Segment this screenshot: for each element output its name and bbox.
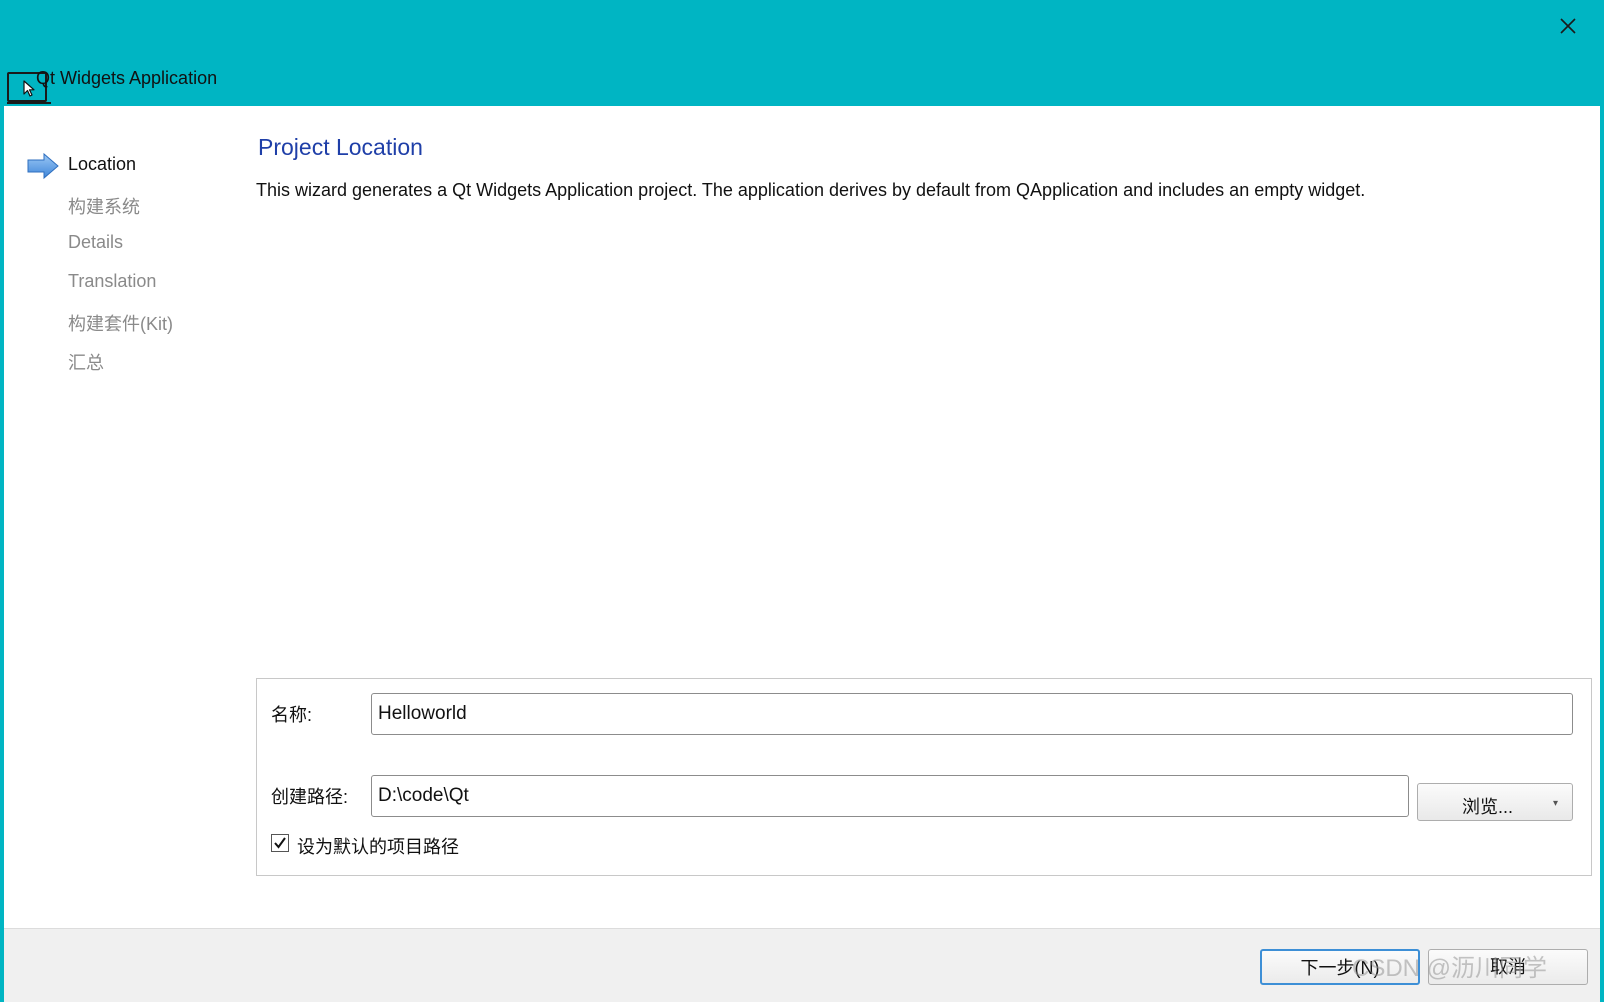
project-location-form: 名称: Helloworld 创建路径: D:\code\Qt 浏览... ▾ … <box>256 678 1592 876</box>
path-label: 创建路径: <box>271 787 349 807</box>
name-label: 名称: <box>271 705 313 725</box>
step-translation: Translation <box>68 271 157 291</box>
browse-button[interactable]: 浏览... ▾ <box>1417 783 1573 821</box>
close-icon <box>1560 18 1576 34</box>
checkmark-icon <box>274 837 286 849</box>
title-bar: Qt Widgets Application <box>2 2 1602 106</box>
step-details: Details <box>68 232 124 252</box>
next-button[interactable]: 下一步(N) <box>1260 949 1420 985</box>
dropdown-arrow-icon: ▾ <box>1552 798 1558 809</box>
cancel-button[interactable]: 取消 <box>1428 949 1588 985</box>
step-location: Location <box>68 154 137 174</box>
name-field[interactable]: Helloworld <box>371 693 1573 735</box>
step-build-system: 构建系统 <box>68 197 140 217</box>
window-title: Qt Widgets Application <box>36 68 218 88</box>
path-field[interactable]: D:\code\Qt <box>371 775 1409 817</box>
step-summary: 汇总 <box>68 353 104 373</box>
wizard-steps: Location 构建系统 Details Translation 构建套件(K… <box>4 106 244 928</box>
wizard-content: Location 构建系统 Details Translation 构建套件(K… <box>4 106 1600 928</box>
wizard-footer: 下一步(N) 取消 <box>4 928 1600 1002</box>
current-step-arrow-icon <box>27 152 59 180</box>
page-description: This wizard generates a Qt Widgets Appli… <box>256 180 1366 200</box>
default-path-label[interactable]: 设为默认的项目路径 <box>297 833 459 859</box>
wizard-window: Qt Widgets Application Location 构建系统 Det… <box>0 0 1604 1002</box>
page-title: Project Location <box>258 134 423 160</box>
step-kits: 构建套件(Kit) <box>68 314 173 334</box>
browse-button-label: 浏览... <box>1462 797 1514 817</box>
close-button[interactable] <box>1556 14 1580 38</box>
default-path-checkbox[interactable] <box>271 834 289 852</box>
